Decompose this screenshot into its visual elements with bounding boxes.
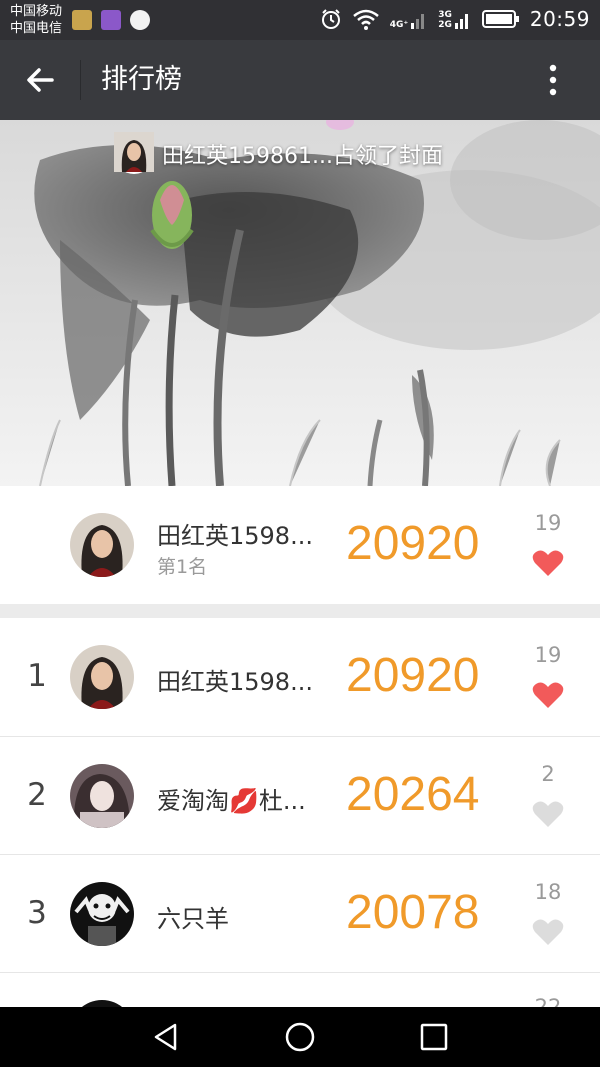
page-title: 排行榜 (101, 64, 182, 95)
avatar (70, 882, 134, 946)
qq-notification-icon (130, 10, 150, 30)
more-vertical-icon[interactable] (538, 62, 568, 98)
rank-number: 3 (27, 895, 47, 931)
app-bar-divider (80, 60, 81, 100)
leaderboard-row[interactable]: 2 爱淘淘💋杜... 20264 2 (0, 737, 600, 855)
heart-icon[interactable] (532, 549, 564, 577)
notification-icons (72, 10, 150, 30)
carrier-1: 中国移动 (10, 4, 63, 19)
player-score: 20264 (346, 768, 480, 821)
home-circle-icon[interactable] (284, 1021, 316, 1053)
cover-owner-row[interactable]: 田红英1598... 第1名 20920 19 (0, 486, 600, 604)
carrier-2: 中国电信 (10, 21, 63, 36)
network-3g-label: 3G (438, 10, 452, 20)
signal-icon-2 (454, 14, 468, 29)
like-count: 2 (541, 762, 555, 786)
heart-icon[interactable] (532, 681, 564, 709)
cover-owner-avatar (114, 132, 154, 174)
wifi-icon (352, 9, 379, 30)
arrow-left-icon[interactable] (22, 62, 58, 98)
player-name: 爱淘淘💋杜... (157, 787, 306, 815)
cover-banner-text: 田红英159861...占领了封面 (162, 144, 443, 169)
app-bar: 排行榜 (0, 40, 600, 120)
player-name: 六只羊 (157, 905, 229, 933)
status-time: 20:59 (529, 7, 590, 31)
player-rank-label: 第1名 (157, 556, 208, 578)
carrier-labels: 中国移动 中国电信 (10, 3, 62, 37)
signal-icon (411, 14, 425, 29)
player-score: 20920 (346, 649, 480, 702)
battery-icon (481, 10, 519, 28)
like-count: 19 (534, 643, 562, 667)
app-notification-icon (72, 10, 92, 30)
back-triangle-icon[interactable] (150, 1021, 182, 1053)
gallery-notification-icon (101, 10, 121, 30)
like-count: 19 (534, 511, 562, 535)
heart-icon[interactable] (532, 800, 564, 828)
status-icons: 4G⁺ 3G 2G 20:59 (320, 7, 590, 31)
rank-number: 1 (27, 658, 47, 694)
system-navigation-bar (0, 1007, 600, 1067)
avatar (70, 645, 134, 709)
network-4g-label: 4G⁺ (389, 20, 409, 30)
cover-owner-banner: 田红英159861...占领了封面 (114, 132, 443, 176)
leaderboard-row[interactable]: 3 六只羊 20078 18 (0, 855, 600, 973)
rank-number: 2 (27, 777, 47, 813)
section-separator (0, 604, 600, 618)
alarm-icon (321, 9, 340, 29)
player-score: 20920 (346, 517, 480, 570)
player-score: 20078 (346, 886, 480, 939)
avatar (70, 513, 134, 577)
player-name: 田红英1598... (157, 668, 313, 696)
status-bar: 中国移动 中国电信 4G⁺ 3G 2G 20:59 (0, 0, 600, 40)
cover-image[interactable]: 田红英159861...占领了封面 (0, 120, 600, 486)
heart-icon[interactable] (532, 918, 564, 946)
player-name: 田红英1598... (157, 522, 313, 550)
recents-square-icon[interactable] (418, 1021, 450, 1053)
like-count: 18 (534, 880, 562, 904)
avatar (70, 764, 134, 828)
leaderboard-row[interactable]: 1 田红英1598... 20920 19 (0, 618, 600, 736)
network-2g-label: 2G (438, 20, 452, 30)
